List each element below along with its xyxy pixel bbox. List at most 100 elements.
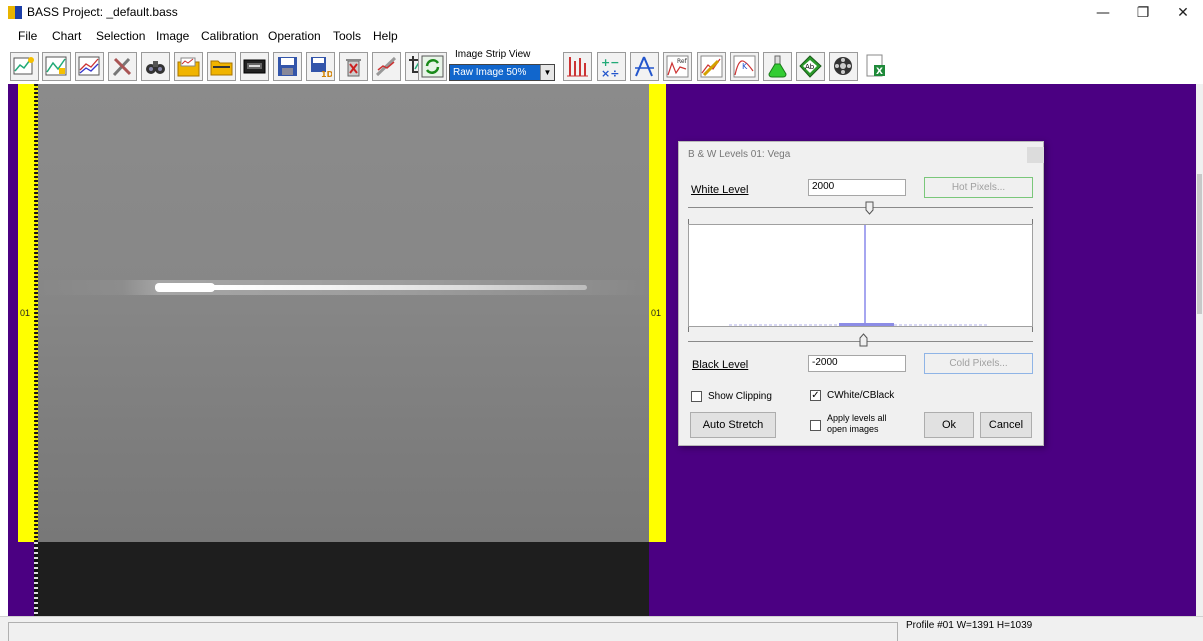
bw-levels-dialog: B & W Levels 01: Vega White Level 2000 H… [678,141,1044,446]
image-id-label-left: 01 [20,308,31,318]
delete-button[interactable] [339,52,368,81]
open-spectrum-icon [177,57,200,77]
compass-button[interactable] [630,52,659,81]
profile-status: Profile #01 W=1391 H=1039 [906,620,1033,631]
window-title: BASS Project: _default.bass [27,5,178,19]
svg-text:1D: 1D [321,70,332,78]
spectrum-trace [155,285,587,290]
dialog-close-button[interactable] [1027,147,1044,163]
abs-button[interactable]: Ab [796,52,825,81]
histogram-plot [688,224,1033,327]
flask-icon [768,55,787,78]
svg-text:X: X [876,67,883,77]
auto-stretch-button[interactable]: Auto Stretch [690,412,776,438]
refresh-icon [421,55,444,78]
app-window: BASS Project: _default.bass — ❐ ✕ File C… [0,0,1203,641]
binoculars-icon [146,61,165,74]
cold-pixels-button[interactable]: Cold Pixels... [924,353,1033,374]
math-ops-icon: +−×÷ [601,56,619,78]
save-1d-icon: 1D [311,57,332,78]
image-strip-view-select[interactable]: Raw Image 50% ▼ [449,64,555,81]
save-1d-button[interactable]: 1D [306,52,335,81]
tools-button[interactable] [108,52,137,81]
compare-chart-button[interactable] [75,52,104,81]
tools-icon [112,57,132,77]
new-chart-icon [13,57,34,75]
k-curve-icon: K [733,55,756,78]
minimize-button[interactable]: — [1083,0,1123,26]
excel-button[interactable]: X [862,52,891,81]
status-bar: Profile #01 W=1391 H=1039 [0,616,1203,641]
binoculars-button[interactable] [141,52,170,81]
white-level-label: White Level [691,184,749,196]
open-spectrum-button[interactable] [174,52,203,81]
apply-all-checkbox[interactable] [810,420,821,431]
k-curve-button[interactable]: K [730,52,759,81]
vertical-scrollbar[interactable] [1196,84,1203,616]
menu-operation[interactable]: Operation [268,29,321,43]
svg-text:Ref: Ref [677,58,688,65]
cwhite-cblack-label: CWhite/CBlack [827,390,895,401]
black-level-input[interactable]: -2000 [808,355,906,372]
reference-button[interactable]: Ref [663,52,692,81]
film-button[interactable] [829,52,858,81]
dialog-title: B & W Levels 01: Vega [688,149,791,160]
math-ops-button[interactable]: +− ×÷ [597,52,626,81]
compass-icon [635,56,654,77]
bars-button[interactable] [563,52,592,81]
menu-chart[interactable]: Chart [52,29,81,43]
maximize-button[interactable]: ❐ [1123,0,1163,26]
title-bar: BASS Project: _default.bass — ❐ ✕ [0,0,1203,26]
menu-calibration[interactable]: Calibration [201,29,258,43]
refresh-button[interactable] [418,52,447,81]
slider-tick [688,327,689,332]
chart-icon [45,56,67,76]
ok-button[interactable]: Ok [924,412,974,438]
svg-text:×÷: ×÷ [601,67,619,78]
calibrate-icon [700,55,723,78]
tweak-icon [375,56,397,77]
new-chart-button[interactable] [10,52,39,81]
spectrum-bright-core [155,283,215,292]
menu-selection[interactable]: Selection [96,29,145,43]
cancel-button[interactable]: Cancel [980,412,1032,438]
close-button[interactable]: ✕ [1163,0,1203,26]
camera-button[interactable] [240,52,269,81]
bars-icon [567,57,588,77]
calibrate-button[interactable] [697,52,726,81]
white-level-thumb[interactable] [865,201,874,215]
tweak-button[interactable] [372,52,401,81]
cwhite-cblack-checkbox[interactable]: ✓ [810,390,821,401]
save-button[interactable] [273,52,302,81]
chart-button[interactable] [42,52,71,81]
menu-image[interactable]: Image [156,29,189,43]
open-folder-button[interactable] [207,52,236,81]
image-strip-view-label: Image Strip View [455,49,531,60]
scrollbar-thumb[interactable] [1197,174,1202,314]
menu-bar: File Chart Selection Image Calibration O… [0,26,1203,46]
camera-icon [243,59,266,74]
chevron-down-icon[interactable]: ▼ [540,65,554,80]
excel-icon: X [866,54,885,77]
image-ruler [34,84,38,542]
image-id-label-right: 01 [651,308,662,318]
slider-tick [1032,327,1033,332]
flask-button[interactable] [763,52,792,81]
raw-spectrum-image[interactable] [37,84,649,542]
menu-tools[interactable]: Tools [333,29,361,43]
bass-app-icon [8,6,22,19]
compare-chart-icon [78,56,100,76]
abs-icon: Ab [799,55,822,78]
menu-file[interactable]: File [18,29,37,43]
apply-all-label-line1: Apply levels all [827,413,887,423]
menu-help[interactable]: Help [373,29,398,43]
show-clipping-checkbox[interactable] [691,391,702,402]
hot-pixels-button[interactable]: Hot Pixels... [924,177,1033,198]
white-level-input[interactable]: 2000 [808,179,906,196]
black-level-thumb[interactable] [859,333,868,347]
image-strip-view-value: Raw Image 50% [453,67,527,78]
toolbar: 1D Image Strip View Raw Image 50% ▼ +− ×÷ [0,46,1203,84]
white-level-slider[interactable] [688,207,1033,208]
open-folder-icon [210,60,233,76]
histogram-cluster [839,323,894,326]
